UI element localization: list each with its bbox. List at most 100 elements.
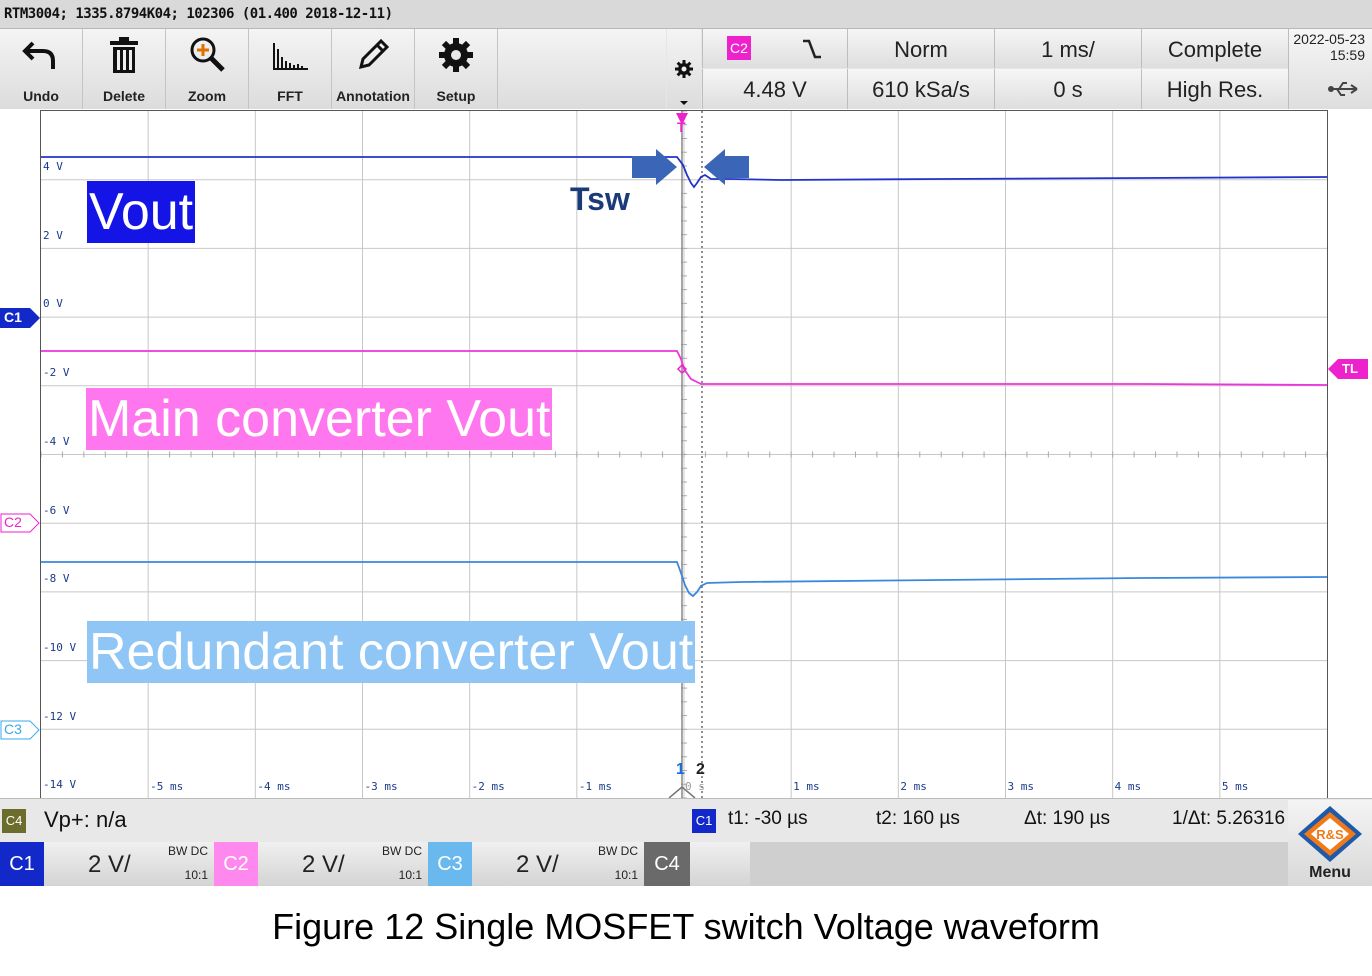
x-axis-label: 2 ms: [900, 780, 927, 793]
y-axis-label: -2 V: [43, 366, 70, 380]
x-axis-label: 5 ms: [1221, 780, 1249, 793]
c3-offset-marker[interactable]: C3: [0, 720, 40, 740]
cursor-measurement-bar: [0, 798, 1372, 843]
trigger-marker-label: T: [677, 119, 686, 135]
usb-icon: [1328, 82, 1358, 96]
undo-button[interactable]: Undo: [0, 29, 83, 109]
redundant-converter-annotation: Redundant converter Vout: [87, 621, 696, 683]
clock-cell: 2022-05-23 15:59: [1288, 29, 1372, 109]
zoom-label: Zoom: [187, 88, 227, 104]
acquisition-cell[interactable]: Complete: [1141, 29, 1288, 68]
trigger-source-cell[interactable]: C2: [702, 29, 847, 68]
y-axis-label: 0 V: [43, 297, 63, 311]
fft-label: FFT: [277, 88, 303, 104]
rs-logo-icon: R&S: [1298, 806, 1362, 862]
c1-bandwidth: BW DC: [168, 844, 208, 858]
window-title-bar: RTM3004; 1335.8794K04; 102306 (01.400 20…: [0, 0, 1372, 29]
waveform-svg: [41, 111, 1327, 798]
annotation-button[interactable]: Annotation: [332, 29, 415, 109]
y-axis-label: 2 V: [43, 228, 63, 242]
c1-scale: 2 V/: [88, 851, 131, 878]
c1-probe-ratio: 10:1: [184, 868, 208, 882]
timebase-cell[interactable]: 1 ms/: [994, 29, 1141, 68]
x-axis-label-zero: 0 s: [685, 780, 705, 793]
channel-c4-settings[interactable]: [690, 842, 750, 886]
cursor-t2: t2: 160 µs: [876, 808, 960, 829]
channel-c4-tab[interactable]: C4: [644, 842, 690, 886]
c3-scale: 2 V/: [516, 851, 559, 878]
main-converter-annotation: Main converter Vout: [86, 388, 553, 450]
trigger-level-cell[interactable]: 4.48 V: [702, 69, 847, 109]
zoom-button[interactable]: Zoom: [166, 29, 249, 109]
channel-marker-margin: [0, 110, 40, 798]
x-axis-label: -4 ms: [257, 780, 291, 793]
c2-offset-marker[interactable]: C2: [0, 513, 40, 533]
horizontal-position: 0 s: [1053, 77, 1083, 102]
acquisition-status: Complete: [1167, 37, 1263, 62]
measurement-value[interactable]: Vp+: n/a: [44, 807, 127, 833]
undo-label: Undo: [23, 88, 59, 104]
x-axis-label: -5 ms: [150, 780, 184, 793]
y-axis-label: 4 V: [43, 160, 63, 173]
falling-edge-icon: [803, 39, 821, 59]
channel-c2-settings[interactable]: 2 V/ BW DC 10:1: [258, 842, 428, 886]
fft-button[interactable]: FFT: [249, 29, 332, 109]
x-axis-label: 1 ms: [793, 780, 820, 793]
figure-caption: Figure 12 Single MOSFET switch Voltage w…: [272, 906, 1100, 947]
y-axis-label: -8 V: [43, 572, 70, 586]
delete-button[interactable]: Delete: [83, 29, 166, 109]
x-axis-label: 3 ms: [1007, 780, 1035, 793]
toolbar-spacer: [498, 29, 666, 109]
y-axis-label: -4 V: [43, 434, 70, 448]
trash-icon: [83, 35, 165, 75]
x-axis-label: -2 ms: [471, 780, 505, 793]
channel-c2-tab[interactable]: C2: [214, 842, 258, 886]
c2-scale: 2 V/: [302, 851, 345, 878]
zoom-icon: [166, 35, 248, 75]
waveform-display[interactable]: T 1 2 Tsw Vout Main converter Vout Redun…: [40, 110, 1328, 799]
small-gear-icon: [675, 60, 693, 105]
c2-probe-ratio: 10:1: [398, 868, 422, 882]
y-axis-label: -14 V: [43, 778, 77, 792]
trigger-mode-cell[interactable]: Norm: [847, 29, 994, 68]
trigger-level-marker[interactable]: TL: [1328, 359, 1368, 379]
cursor-source-badge[interactable]: C1: [692, 809, 716, 833]
setup-label: Setup: [436, 88, 476, 104]
cursor-2-label[interactable]: 2: [696, 761, 705, 779]
cursor-1-label[interactable]: 1: [676, 761, 685, 779]
y-axis-label: -10 V: [43, 640, 77, 654]
undo-icon: [0, 35, 82, 75]
c2-bandwidth: BW DC: [382, 844, 422, 858]
c3-probe-ratio: 10:1: [614, 868, 638, 882]
clock-time: 15:59: [1329, 47, 1365, 63]
channel-c1-tab[interactable]: C1: [0, 842, 44, 886]
menu-label: Menu: [1309, 864, 1351, 881]
channel-c3-tab[interactable]: C3: [428, 842, 472, 886]
channel-c1-settings[interactable]: 2 V/ BW DC 10:1: [44, 842, 214, 886]
svg-text:R&S: R&S: [1316, 827, 1344, 842]
measurement-channel-badge[interactable]: C4: [2, 809, 26, 833]
x-axis-label: 4 ms: [1114, 780, 1142, 793]
timebase: 1 ms/: [1041, 37, 1095, 62]
menu-button[interactable]: R&S Menu: [1288, 800, 1372, 886]
trigger-settings-button[interactable]: [667, 29, 701, 109]
setup-button[interactable]: Setup: [415, 29, 498, 109]
cursor-delta-t: Δt: 190 µs: [1024, 808, 1110, 829]
y-axis-label: -6 V: [43, 503, 70, 517]
channel-c3-settings[interactable]: 2 V/ BW DC 10:1: [472, 842, 644, 886]
resolution-cell[interactable]: High Res.: [1141, 69, 1288, 109]
x-axis-label: -3 ms: [364, 780, 398, 793]
sample-rate: 610 kSa/s: [872, 77, 970, 102]
trigger-mode: Norm: [894, 37, 948, 62]
clock-date: 2022-05-23: [1293, 31, 1365, 47]
delete-label: Delete: [102, 88, 146, 104]
pencil-icon: [332, 35, 414, 75]
annotation-label: Annotation: [336, 88, 410, 104]
window-title: RTM3004; 1335.8794K04; 102306 (01.400 20…: [4, 6, 393, 22]
sample-rate-cell[interactable]: 610 kSa/s: [847, 69, 994, 109]
horizontal-position-cell[interactable]: 0 s: [994, 69, 1141, 109]
y-axis-label: -12 V: [43, 709, 77, 723]
tsw-annotation: Tsw: [570, 181, 630, 217]
trigger-source-badge: C2: [727, 36, 751, 60]
c1-offset-marker[interactable]: C1: [0, 308, 40, 328]
